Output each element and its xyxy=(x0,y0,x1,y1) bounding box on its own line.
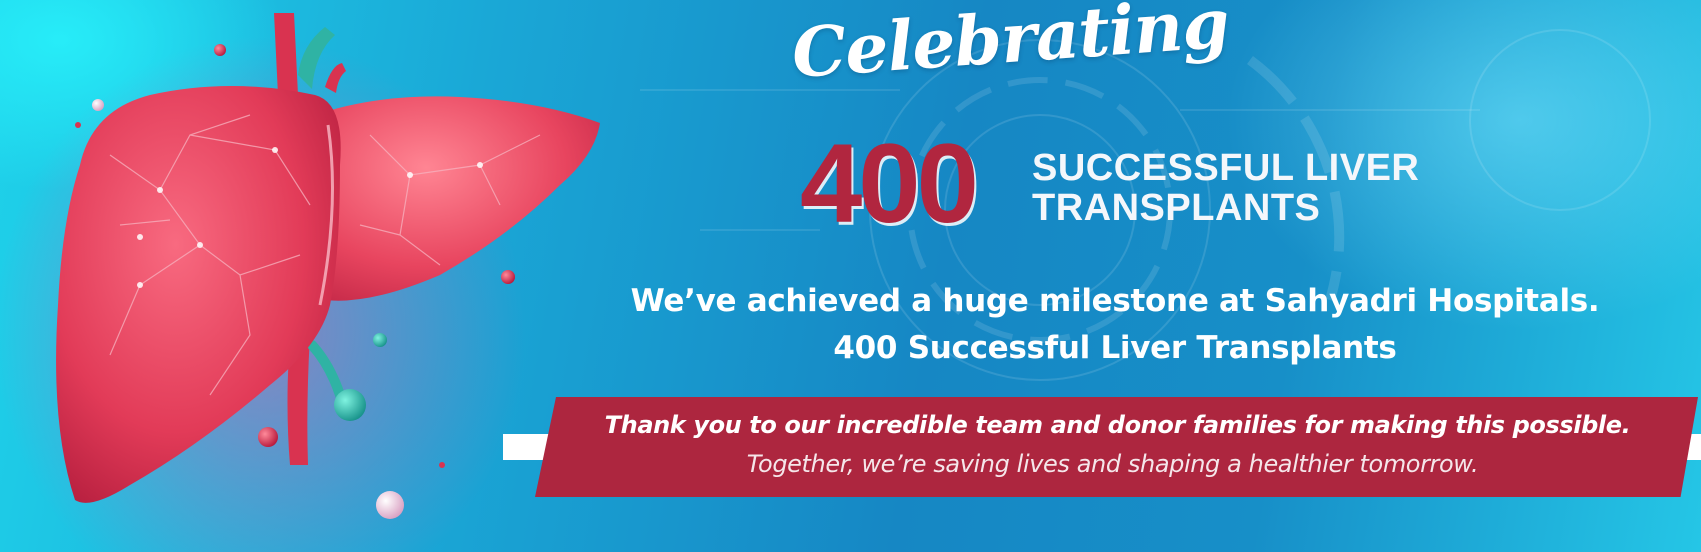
headline-line-1: SUCCESSFUL LIVER xyxy=(1032,147,1420,189)
subtext-line-2: 400 Successful Liver Transplants xyxy=(833,330,1397,366)
subtext-line-1: We’ve achieved a huge milestone at Sahya… xyxy=(630,283,1600,319)
ribbon-thank-you-text: Thank you to our incredible team and don… xyxy=(604,411,1631,439)
milestone-subtext: We’ve achieved a huge milestone at Sahya… xyxy=(560,278,1670,372)
ribbon-tagline-text: Together, we’re saving lives and shaping… xyxy=(746,450,1479,478)
headline: SUCCESSFUL LIVER TRANSPLANTS xyxy=(1032,148,1419,228)
transplant-count: 400 xyxy=(800,121,979,246)
headline-line-2: TRANSPLANTS xyxy=(1032,187,1321,229)
liver-illustration-icon xyxy=(56,13,600,519)
milestone-banner: Celebrating 400 SUCCESSFUL LIVER TRANSPL… xyxy=(0,0,1701,552)
